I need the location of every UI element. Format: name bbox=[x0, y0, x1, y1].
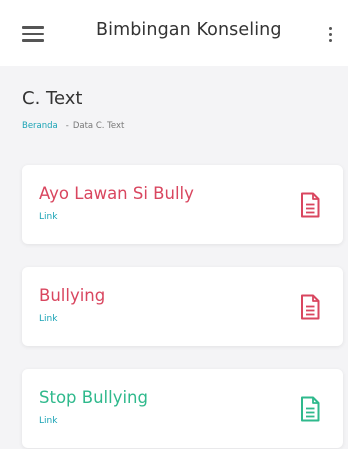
card-link[interactable]: Link bbox=[39, 416, 57, 426]
document-icon bbox=[301, 294, 320, 320]
card-title: Bullying bbox=[39, 286, 106, 305]
card-ayo-lawan-si-bully[interactable]: Ayo Lawan Si Bully Link bbox=[22, 165, 343, 244]
card-title: Stop Bullying bbox=[39, 388, 148, 407]
card-bullying[interactable]: Bullying Link bbox=[22, 267, 343, 346]
card-stop-bullying[interactable]: Stop Bullying Link bbox=[22, 369, 343, 448]
breadcrumb-separator: - bbox=[65, 121, 69, 131]
app-bar: Bimbingan Konseling bbox=[0, 0, 348, 66]
more-vertical-icon[interactable] bbox=[324, 24, 336, 44]
page-title: C. Text bbox=[22, 88, 83, 109]
hamburger-menu-icon[interactable] bbox=[22, 26, 44, 42]
breadcrumb-home-link[interactable]: Beranda bbox=[22, 121, 58, 131]
card-title: Ayo Lawan Si Bully bbox=[39, 184, 194, 203]
app-title: Bimbingan Konseling bbox=[96, 20, 282, 40]
card-link[interactable]: Link bbox=[39, 212, 57, 222]
breadcrumb: Beranda - Data C. Text bbox=[22, 121, 124, 131]
document-icon bbox=[301, 192, 320, 218]
breadcrumb-current: Data C. Text bbox=[72, 121, 125, 131]
document-icon bbox=[301, 396, 320, 422]
card-link[interactable]: Link bbox=[39, 314, 57, 324]
